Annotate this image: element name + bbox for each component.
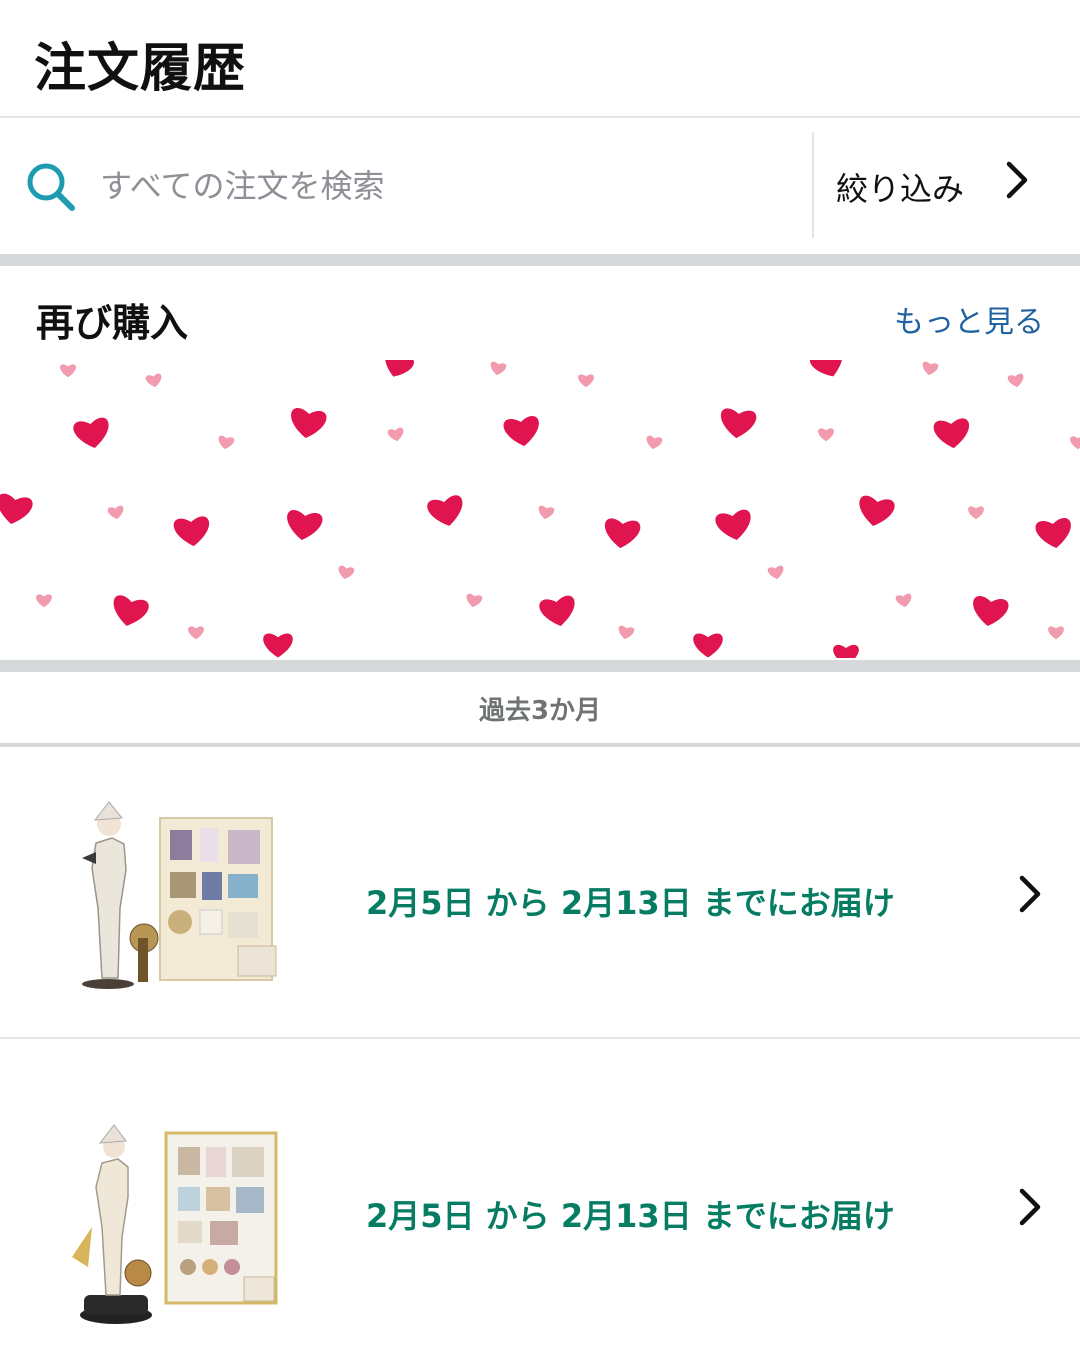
heart-icon (715, 509, 751, 540)
search-icon[interactable] (24, 160, 78, 214)
heart-icon (113, 595, 149, 626)
heart-icon (833, 644, 859, 658)
section-separator (0, 254, 1080, 266)
small-heart-icon (490, 361, 507, 376)
heart-icon (933, 418, 970, 449)
heart-icon (291, 408, 327, 439)
section-separator (0, 660, 1080, 672)
heart-icon (720, 408, 757, 439)
hearts-pattern (0, 360, 1080, 658)
period-label: 過去3か月 (478, 696, 602, 726)
small-heart-icon (188, 626, 204, 640)
product-thumbnail (82, 801, 277, 989)
filter-button[interactable]: 絞り込み (814, 132, 1080, 238)
small-heart-icon (1070, 436, 1080, 450)
small-heart-icon (968, 506, 984, 520)
heart-icon (503, 416, 539, 447)
period-divider (0, 743, 1080, 747)
heart-icon (604, 518, 641, 549)
product-thumbnail (72, 1124, 278, 1324)
heart-icon (427, 495, 463, 526)
heart-icon (693, 633, 723, 658)
small-heart-icon (895, 593, 912, 608)
small-heart-icon (1048, 626, 1064, 640)
heart-icon (0, 493, 33, 524)
small-heart-icon (618, 625, 635, 640)
page-title: 注文履歴 (34, 39, 247, 99)
heart-icon (73, 417, 109, 448)
small-heart-icon (767, 565, 784, 580)
small-heart-icon (466, 593, 483, 608)
small-heart-icon (646, 435, 663, 450)
small-heart-icon (1007, 373, 1024, 388)
small-heart-icon (922, 361, 939, 376)
heart-icon (263, 633, 293, 658)
small-heart-icon (538, 505, 555, 520)
heart-icon (1035, 518, 1071, 549)
order-row[interactable]: 2月5日 から 2月13日 までにお届け (0, 748, 1080, 1037)
heart-icon (809, 360, 843, 377)
small-heart-icon (578, 374, 594, 388)
heart-icon (287, 510, 323, 541)
small-heart-icon (36, 594, 52, 608)
delivery-date: 2月5日 から 2月13日 までにお届け (366, 1197, 895, 1235)
chevron-right-icon (1019, 875, 1041, 913)
small-heart-icon (218, 435, 235, 450)
delivery-date: 2月5日 から 2月13日 までにお届け (366, 884, 895, 922)
small-heart-icon (60, 364, 76, 378)
heart-icon (859, 495, 895, 526)
page-header: 注文履歴 (0, 0, 1080, 118)
see-more-link[interactable]: もっと見る (894, 297, 1044, 341)
small-heart-icon (145, 373, 162, 388)
small-heart-icon (107, 505, 124, 520)
small-heart-icon (338, 565, 355, 580)
buy-again-title: 再び購入 (36, 301, 189, 345)
chevron-right-icon (1006, 161, 1028, 199)
order-row[interactable]: 2月5日 から 2月13日 までにお届け (0, 1039, 1080, 1350)
chevron-right-icon (1019, 1188, 1041, 1226)
small-heart-icon (387, 427, 404, 442)
heart-icon (973, 596, 1009, 627)
buy-again-banner[interactable] (0, 360, 1080, 658)
search-input[interactable] (100, 160, 790, 212)
heart-icon (173, 516, 210, 547)
filter-label: 絞り込み (836, 170, 965, 208)
heart-icon (385, 360, 414, 377)
heart-icon (539, 595, 575, 626)
small-heart-icon (818, 428, 834, 442)
